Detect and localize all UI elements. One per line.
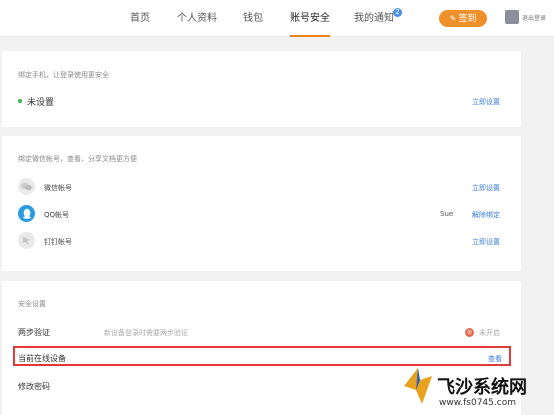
nav-notifications[interactable]: 我的通知 2 bbox=[354, 0, 402, 37]
two-step-description: 新设备登录时需要两步验证 bbox=[104, 329, 188, 337]
edit-icon: ✎ bbox=[449, 14, 457, 23]
watermark-logo-icon bbox=[404, 368, 432, 404]
status-dot-icon bbox=[18, 99, 22, 103]
nav-wallet[interactable]: 钱包 bbox=[243, 0, 263, 37]
avatar[interactable] bbox=[505, 10, 519, 24]
phone-binding-card: 绑定手机，让登录使用更安全 未设置 立即设置 bbox=[2, 51, 521, 127]
dingtalk-label: 钉钉帐号 bbox=[44, 238, 72, 246]
nav-profile[interactable]: 个人资料 bbox=[177, 0, 217, 37]
account-card-title: 绑定微信帐号，查看、分享文档更方便 bbox=[18, 155, 137, 163]
wechat-label: 微信帐号 bbox=[44, 184, 72, 192]
checkin-label: 签到 bbox=[458, 14, 477, 24]
two-step-label: 两步验证 bbox=[18, 328, 50, 337]
change-password-label[interactable]: 修改密码 bbox=[18, 381, 50, 392]
checkin-button[interactable]: ✎ 签到 bbox=[439, 10, 487, 27]
two-step-status: 未开启 bbox=[479, 329, 500, 337]
disabled-status-icon: ⊘ bbox=[465, 328, 474, 337]
dingtalk-set-button[interactable]: 立即设置 bbox=[472, 237, 500, 247]
watermark-brand: 飞沙系统网 bbox=[437, 377, 527, 398]
top-nav-bar: 首页 个人资料 钱包 账号安全 我的通知 2 ✎ 签到 退出登录 bbox=[0, 0, 554, 37]
wechat-set-button[interactable]: 立即设置 bbox=[472, 183, 500, 193]
watermark-url: www.fs0745.com bbox=[439, 398, 516, 408]
security-card-title: 安全设置 bbox=[18, 300, 46, 308]
phone-card-title: 绑定手机，让登录使用更安全 bbox=[18, 71, 109, 79]
qq-label: QQ帐号 bbox=[44, 211, 70, 219]
phone-status: 未设置 bbox=[27, 98, 55, 108]
nav-notifications-label: 我的通知 bbox=[354, 13, 394, 24]
qq-unbind-button[interactable]: 解除绑定 bbox=[472, 210, 500, 220]
phone-set-button[interactable]: 立即设置 bbox=[472, 97, 500, 107]
dingtalk-icon bbox=[18, 232, 35, 249]
wechat-icon bbox=[18, 178, 35, 195]
logout-link[interactable]: 退出登录 bbox=[522, 13, 546, 22]
qq-account-name: Sue bbox=[440, 210, 454, 218]
highlight-box bbox=[13, 346, 511, 366]
account-binding-card: 绑定微信帐号，查看、分享文档更方便 微信帐号 立即设置 QQ帐号 Sue 解除绑… bbox=[2, 136, 521, 271]
qq-icon bbox=[18, 205, 35, 222]
notification-badge: 2 bbox=[393, 8, 402, 17]
nav-account-security[interactable]: 账号安全 bbox=[290, 0, 330, 37]
nav-home[interactable]: 首页 bbox=[130, 0, 150, 37]
